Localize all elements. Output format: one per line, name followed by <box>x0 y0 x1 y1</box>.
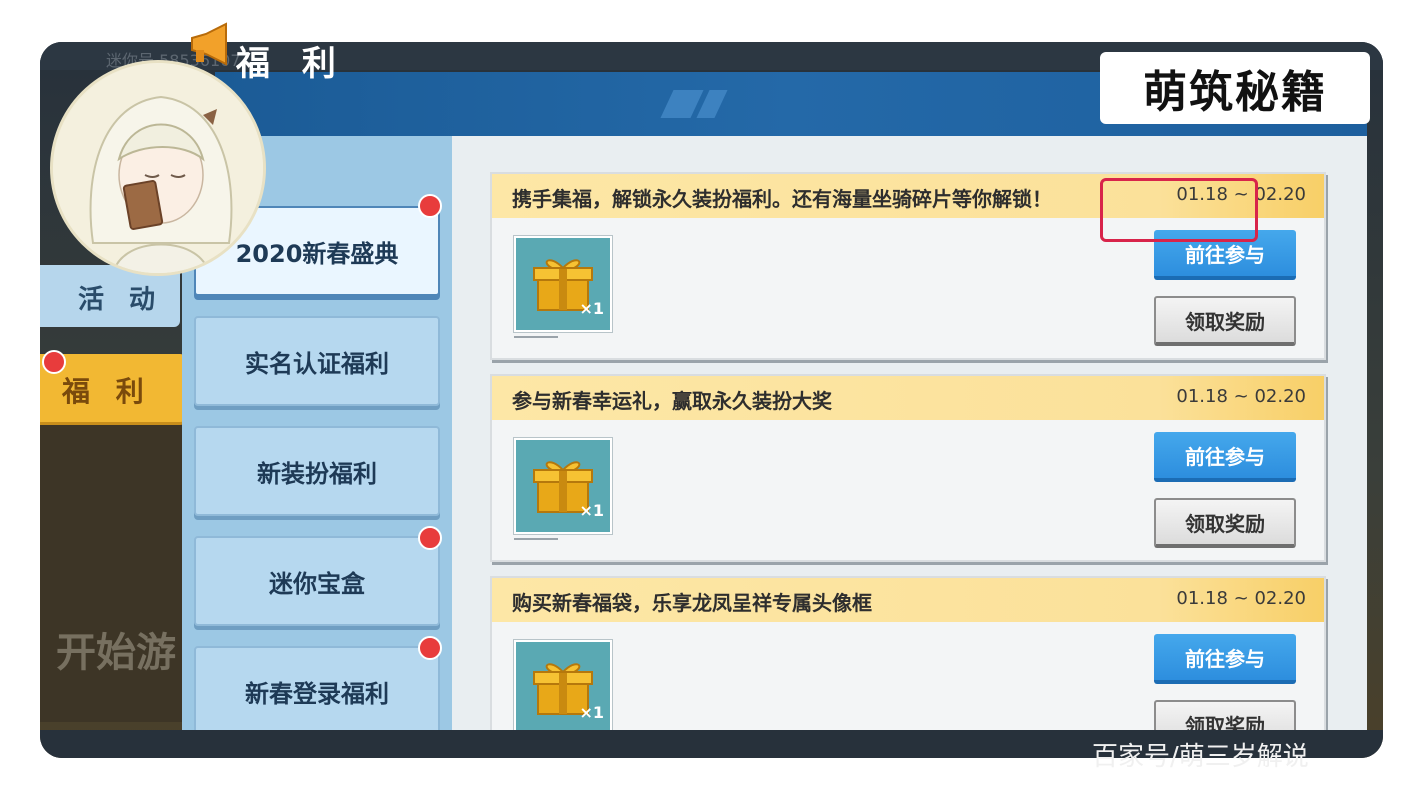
start-game-text: 开始游 <box>56 630 176 676</box>
go-participate-button[interactable]: 前往参与 <box>1154 634 1296 684</box>
card-date: 01.18 ~ 02.20 <box>1176 588 1306 609</box>
event-card: 购买新春福袋，乐享龙凤呈祥专属头像框 01.18 ~ 02.20 ×1 前往参与… <box>490 576 1326 730</box>
divider <box>514 538 558 540</box>
menu-item-mini-box[interactable]: 迷你宝盒 <box>194 536 440 626</box>
reward-count: ×1 <box>579 299 604 318</box>
card-title: 携手集福，解锁永久装扮福利。还有海量坐骑碎片等你解锁！ <box>512 187 1052 211</box>
card-title: 参与新春幸运礼，赢取永久装扮大奖 <box>512 389 832 413</box>
notification-dot <box>418 526 442 550</box>
avatar <box>50 60 266 276</box>
page-title: 福 利 <box>236 44 346 84</box>
megaphone-icon <box>191 22 227 66</box>
claim-reward-button[interactable]: 领取奖励 <box>1154 498 1296 548</box>
reward-count: ×1 <box>579 501 604 520</box>
notification-dot <box>418 636 442 660</box>
event-card: 参与新春幸运礼，赢取永久装扮大奖 01.18 ~ 02.20 ×1 前往参与 领… <box>490 374 1326 562</box>
reward-count: ×1 <box>579 703 604 722</box>
go-participate-button[interactable]: 前往参与 <box>1154 432 1296 482</box>
watermark: 百家号/萌三岁解说 <box>1092 742 1309 772</box>
divider <box>514 336 558 338</box>
tab-activity-label: 活 动 <box>78 285 164 315</box>
anime-girl-avatar-icon <box>53 63 263 273</box>
annotation-highlight-box <box>1100 178 1258 242</box>
notification-dot <box>418 194 442 218</box>
notification-dot <box>42 350 66 374</box>
card-header: 参与新春幸运礼，赢取永久装扮大奖 01.18 ~ 02.20 <box>492 376 1324 420</box>
card-title: 购买新春福袋，乐享龙凤呈祥专属头像框 <box>512 591 872 615</box>
claim-reward-button[interactable]: 领取奖励 <box>1154 700 1296 730</box>
menu-item-realname[interactable]: 实名认证福利 <box>194 316 440 406</box>
card-header: 购买新春福袋，乐享龙凤呈祥专属头像框 01.18 ~ 02.20 <box>492 578 1324 622</box>
reward-item[interactable]: ×1 <box>514 438 612 534</box>
tab-welfare-label: 福 利 <box>62 375 152 408</box>
reward-item[interactable]: ×1 <box>514 640 612 730</box>
brand-logo: 萌筑秘籍 <box>1100 52 1370 124</box>
menu-item-login-bonus[interactable]: 新春登录福利 <box>194 646 440 736</box>
game-window: 迷你号 58536107 开始游 活 动 福 利 2020新春盛典 实名认证福利… <box>40 42 1383 758</box>
claim-reward-button[interactable]: 领取奖励 <box>1154 296 1296 346</box>
menu-item-new-outfit[interactable]: 新装扮福利 <box>194 426 440 516</box>
brand-logo-text: 萌筑秘籍 <box>1143 67 1327 118</box>
reward-item[interactable]: ×1 <box>514 236 612 332</box>
card-date: 01.18 ~ 02.20 <box>1176 386 1306 407</box>
